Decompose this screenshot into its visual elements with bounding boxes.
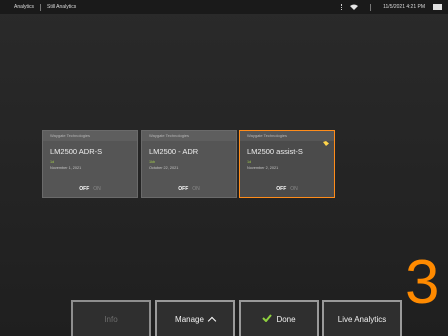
info-button-label: Info (104, 314, 118, 324)
battery-icon (433, 4, 442, 10)
card-toggle[interactable]: OFF ON (142, 186, 236, 192)
live-analytics-button[interactable]: Live Analytics (322, 300, 402, 336)
wifi-icon (350, 4, 359, 10)
live-analytics-button-label: Live Analytics (337, 314, 387, 324)
done-button[interactable]: Done (239, 300, 319, 336)
analytics-screen: Analytics Still Analytics 11/5/2021 4:21… (0, 0, 448, 336)
toggle-off-label: OFF (276, 186, 287, 192)
toggle-on-label: ON (192, 186, 200, 192)
breadcrumb-analytics[interactable]: Analytics (14, 4, 34, 10)
breadcrumb-still-analytics: Still Analytics (47, 4, 77, 10)
analytic-card-adr[interactable]: Waygate Technologies LM2500 - ADR 1kb Oc… (141, 130, 237, 198)
more-menu-icon[interactable] (341, 4, 344, 10)
card-count: 1d (50, 160, 55, 164)
manage-button[interactable]: Manage (155, 300, 235, 336)
card-date: November 2, 2021 (247, 166, 279, 170)
toggle-off-label: OFF (79, 186, 90, 192)
card-title: LM2500 assist-S (247, 147, 303, 156)
card-count: 1kb (149, 160, 156, 164)
date-time: 11/5/2021 4:21 PM (383, 4, 425, 10)
card-date: October 22, 2021 (149, 166, 179, 170)
toggle-on-label: ON (93, 186, 101, 192)
card-date: November 1, 2021 (50, 166, 82, 170)
info-button[interactable]: Info (71, 300, 151, 336)
chevron-up-icon (207, 316, 217, 325)
manage-button-label: Manage (175, 314, 204, 324)
card-header: Waygate Technologies (240, 131, 334, 141)
status-indicators: 11/5/2021 4:21 PM (341, 0, 442, 14)
card-toggle[interactable]: OFF ON (43, 186, 137, 192)
card-header: Waygate Technologies (43, 131, 137, 141)
analytic-card-assist-s[interactable]: Waygate Technologies LM2500 assist-S 1d … (239, 130, 335, 198)
status-bar: Analytics Still Analytics 11/5/2021 4:21… (0, 0, 448, 14)
analytic-card-adr-s[interactable]: Waygate Technologies LM2500 ADR-S 1d Nov… (42, 130, 138, 198)
tag-icon (323, 133, 329, 146)
card-title: LM2500 ADR-S (50, 147, 103, 156)
done-button-label: Done (276, 314, 296, 324)
card-count: 1d (247, 160, 252, 164)
card-toggle[interactable]: OFF ON (240, 186, 334, 192)
toggle-on-label: ON (290, 186, 298, 192)
breadcrumb-separator (40, 3, 42, 11)
status-separator (370, 3, 372, 11)
card-header: Waygate Technologies (142, 131, 236, 141)
callout-number: 3 (405, 248, 440, 317)
toggle-off-label: OFF (178, 186, 189, 192)
check-icon (262, 314, 273, 324)
card-title: LM2500 - ADR (149, 147, 199, 156)
